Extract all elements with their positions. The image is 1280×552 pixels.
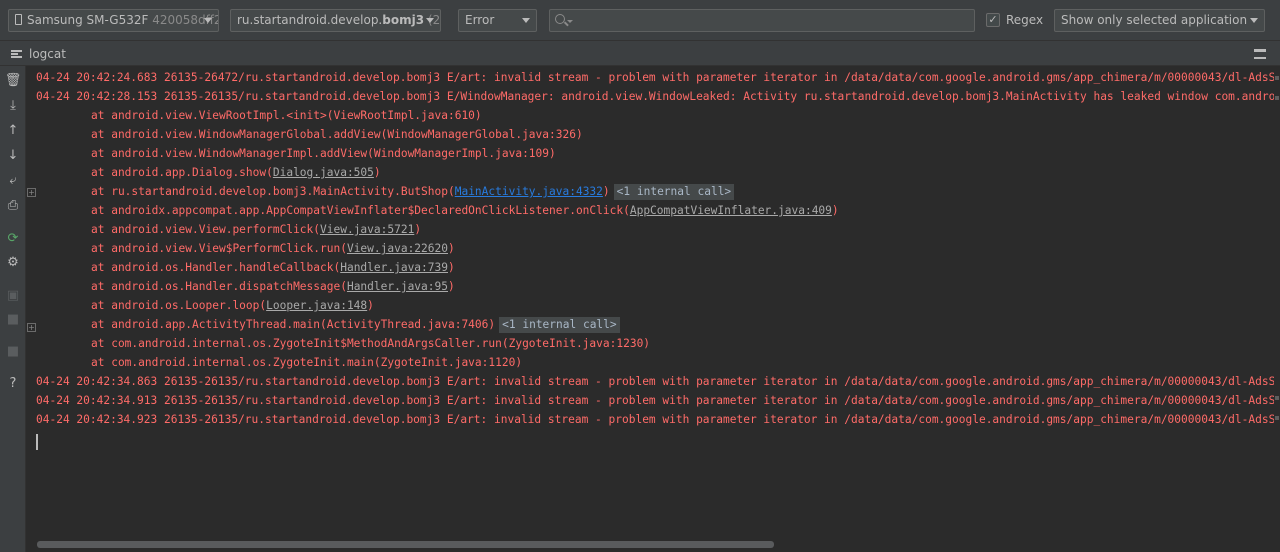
frame-text: at android.os.Handler.dispatchMessage( xyxy=(91,280,347,293)
down-arrow-icon[interactable]: ↓ xyxy=(4,147,22,165)
device-dropdown[interactable]: Samsung SM-G532F 420058dff2 xyxy=(8,9,219,32)
stack-frame: at androidx.appcompat.app.AppCompatViewI… xyxy=(91,201,839,220)
horizontal-scrollbar[interactable] xyxy=(36,540,1276,550)
process-name: ru.startandroid.develop. xyxy=(237,13,383,27)
panel-title: logcat xyxy=(29,47,66,61)
frame-text: ) xyxy=(414,223,422,236)
logcat-output[interactable]: 04-24 20:42:24.683 26135-26472/ru.starta… xyxy=(36,68,1276,538)
frame-text: at android.view.View.performClick( xyxy=(91,223,321,236)
internal-call-fold[interactable]: <1 internal call> xyxy=(613,184,735,200)
soft-wrap-icon[interactable]: ⤶ xyxy=(4,172,22,190)
log-line: 04-24 20:42:34.923 26135-26135/ru.starta… xyxy=(36,413,1276,426)
log-level-value: Error xyxy=(465,13,495,27)
logcat-title-bar: logcat xyxy=(0,40,1280,66)
frame-text: at android.os.Handler.handleCallback( xyxy=(91,261,341,274)
frame-text: ) xyxy=(831,204,839,217)
expand-fold-icon[interactable]: + xyxy=(27,188,36,197)
error-stripe-marker[interactable] xyxy=(1275,416,1279,420)
frame-text: at android.os.Looper.loop( xyxy=(91,299,267,312)
help-icon[interactable]: ? xyxy=(4,375,22,393)
scroll-to-end-icon[interactable]: ⤓ xyxy=(4,97,22,115)
error-stripe-marker[interactable] xyxy=(1275,96,1279,100)
screen-record-icon[interactable]: ■ xyxy=(4,311,22,329)
error-stripe-marker[interactable] xyxy=(1275,76,1279,80)
source-link[interactable]: Handler.java:739 xyxy=(340,261,448,274)
expand-fold-icon[interactable]: + xyxy=(27,323,36,332)
error-stripe-marker[interactable] xyxy=(1275,396,1279,400)
chevron-down-icon xyxy=(1250,18,1258,23)
frame-text: at android.app.Dialog.show( xyxy=(91,166,273,179)
chevron-down-icon xyxy=(204,18,212,23)
restart-icon[interactable]: ⟳ xyxy=(4,230,22,248)
vertical-scrollbar[interactable] xyxy=(1274,66,1280,540)
regex-label: Regex xyxy=(1006,13,1044,27)
stack-frame: at android.os.Handler.handleCallback(Han… xyxy=(91,258,455,277)
frame-text: ) xyxy=(448,261,455,274)
device-name: Samsung SM-G532F xyxy=(27,13,149,27)
stack-frame: at android.view.WindowManagerImpl.addVie… xyxy=(91,147,556,160)
stack-frame: at android.os.Looper.loop(Looper.java:14… xyxy=(91,296,374,315)
clear-logcat-icon[interactable]: 🗑 xyxy=(4,72,22,90)
stack-frame: at android.view.View.performClick(View.j… xyxy=(91,220,421,239)
frame-text: at ru.startandroid.develop.bomj3.MainAct… xyxy=(91,185,455,198)
regex-checkbox[interactable]: ✓ xyxy=(986,13,1000,27)
filter-value: Show only selected application xyxy=(1061,13,1248,27)
text-caret xyxy=(36,434,38,450)
stack-frame: at com.android.internal.os.ZygoteInit.ma… xyxy=(91,356,523,369)
source-link[interactable]: Handler.java:95 xyxy=(347,280,448,293)
source-link[interactable]: AppCompatViewInflater.java:409 xyxy=(630,204,832,217)
chevron-down-icon xyxy=(522,18,530,23)
process-name-bold: bomj3 xyxy=(382,13,425,27)
screen-capture-icon[interactable]: ▣ xyxy=(4,287,22,305)
log-line: 04-24 20:42:34.863 26135-26135/ru.starta… xyxy=(36,375,1276,388)
logcat-icon xyxy=(11,50,22,58)
source-link[interactable]: View.java:5721 xyxy=(320,223,414,236)
stop-icon[interactable]: ■ xyxy=(4,343,22,361)
frame-text: at androidx.appcompat.app.AppCompatViewI… xyxy=(91,204,630,217)
print-icon[interactable]: ⎙ xyxy=(4,197,22,215)
internal-call-fold[interactable]: <1 internal call> xyxy=(499,317,620,333)
stack-frame: at android.view.ViewRootImpl.<init>(View… xyxy=(91,109,482,122)
search-history-icon[interactable] xyxy=(567,20,573,23)
filter-dropdown[interactable]: Show only selected application xyxy=(1054,9,1265,32)
settings-icon[interactable]: ⚙ xyxy=(4,254,22,272)
frame-text: ) xyxy=(448,280,455,293)
stack-frame: at com.android.internal.os.ZygoteInit$Me… xyxy=(91,337,651,350)
phone-icon xyxy=(15,14,22,25)
stack-frame: at ru.startandroid.develop.bomj3.MainAct… xyxy=(91,182,735,201)
log-line: 04-24 20:42:28.153 26135-26135/ru.starta… xyxy=(36,90,1276,103)
search-input[interactable] xyxy=(549,9,975,32)
source-link[interactable]: Looper.java:148 xyxy=(266,299,367,312)
frame-text: ) xyxy=(367,299,374,312)
layout-settings-icon[interactable] xyxy=(1254,49,1266,59)
process-dropdown[interactable]: ru.startandroid.develop.bomj3 (2613 xyxy=(230,9,441,32)
log-line: 04-24 20:42:34.913 26135-26135/ru.starta… xyxy=(36,394,1276,407)
source-link[interactable]: View.java:22620 xyxy=(347,242,448,255)
stack-frame: at android.app.ActivityThread.main(Activ… xyxy=(91,315,620,334)
chevron-down-icon xyxy=(426,18,434,23)
frame-text: ) xyxy=(373,166,381,179)
up-arrow-icon[interactable]: ↑ xyxy=(4,122,22,140)
source-link[interactable]: MainActivity.java:4332 xyxy=(455,185,603,198)
frame-text: ) xyxy=(602,185,610,198)
stack-frame: at android.app.Dialog.show(Dialog.java:5… xyxy=(91,163,381,182)
stack-frame: at android.view.WindowManagerGlobal.addV… xyxy=(91,128,583,141)
stack-frame: at android.os.Handler.dispatchMessage(Ha… xyxy=(91,277,455,296)
logcat-side-toolbar: 🗑 ⤓ ↑ ↓ ⤶ ⎙ ⟳ ⚙ ▣ ■ ■ ? xyxy=(0,66,26,552)
logcat-toolbar: Samsung SM-G532F 420058dff2 ru.startandr… xyxy=(0,0,1280,40)
scrollbar-thumb[interactable] xyxy=(37,541,774,548)
log-level-dropdown[interactable]: Error xyxy=(458,9,537,32)
frame-text: at android.view.View$PerformClick.run( xyxy=(91,242,347,255)
stack-frame: at android.view.View$PerformClick.run(Vi… xyxy=(91,239,455,258)
log-line: 04-24 20:42:24.683 26135-26472/ru.starta… xyxy=(36,71,1276,84)
frame-text: ) xyxy=(448,242,455,255)
search-icon xyxy=(555,14,565,24)
source-link[interactable]: Dialog.java:505 xyxy=(273,166,374,179)
frame-text: at android.app.ActivityThread.main(Activ… xyxy=(91,318,496,331)
